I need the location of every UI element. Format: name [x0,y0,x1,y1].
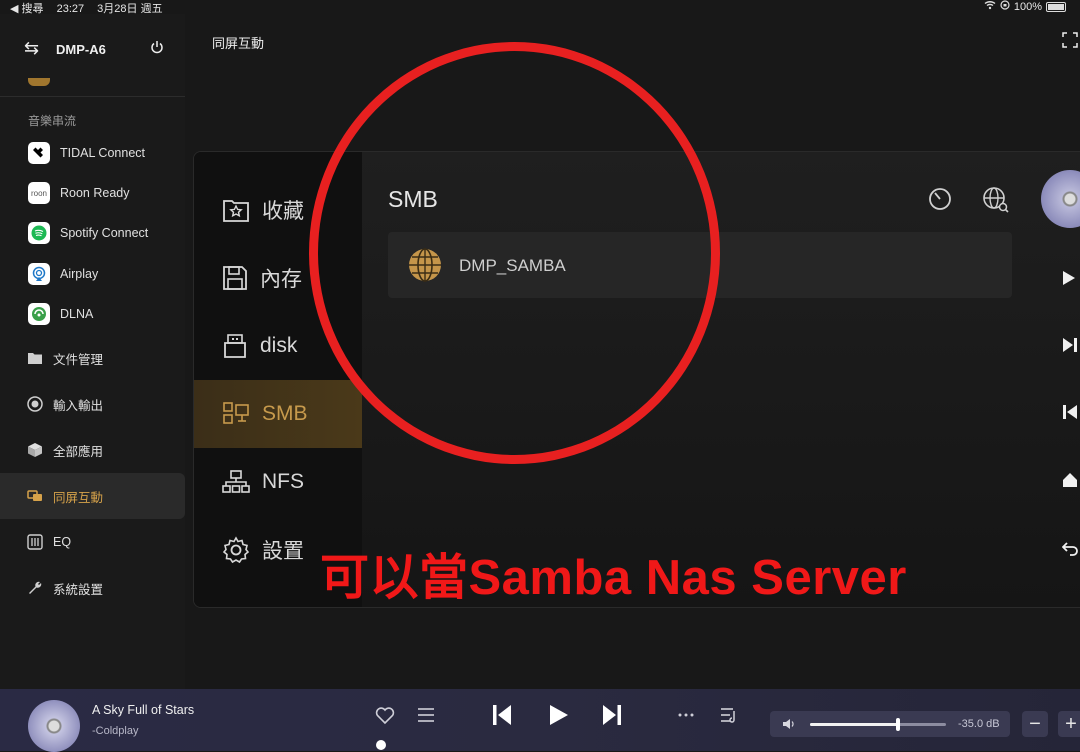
queue-icon[interactable] [720,707,738,723]
history-icon[interactable] [927,186,953,212]
sidebar-item-file-manager[interactable]: 文件管理 [0,339,185,377]
battery-percent: 100% [1013,0,1042,13]
lock-rotation-icon [1000,0,1010,13]
progress-thumb[interactable] [376,740,386,750]
sidebar-item-tidal[interactable]: TIDAL Connect [0,134,185,172]
sidebar-item-label: EQ [53,535,72,549]
scrolled-item-peek [28,78,50,86]
nav-label: 設置 [262,540,304,563]
nav-label: SMB [262,402,308,425]
sidebar-item-label: Airplay [60,267,99,281]
device-header: ⇆ DMP-A6 [0,36,185,66]
song-artist: -Coldplay [92,725,139,737]
sidebar-item-screen-mirror[interactable]: 同屏互動 [0,473,185,519]
power-icon[interactable] [150,40,164,54]
volume-db: -35.0 dB [958,718,1000,730]
settings-icon [222,536,250,564]
network-search-icon[interactable] [982,186,1010,214]
tidal-icon [28,142,50,164]
eq-icon [27,534,43,550]
airplay-icon [28,263,50,285]
sidebar-item-label: 文件管理 [53,352,104,367]
sidebar-item-dlna[interactable]: DLNA [0,295,185,333]
volume-knob[interactable] [896,718,900,731]
sidebar-item-roon[interactable]: roon Roon Ready [0,174,185,212]
song-title: A Sky Full of Stars [92,703,195,717]
speaker-icon[interactable] [782,718,796,730]
status-bar: ◀ 搜尋 23:27 3月28日 週五 100% [0,0,1080,15]
io-icon [27,396,43,412]
playlist-icon[interactable] [417,707,435,723]
nav-label: NFS [262,470,304,493]
device-name: DMP-A6 [56,42,106,57]
nav-label: 收藏 [262,200,304,223]
back-icon[interactable] [1062,540,1078,556]
nav-label: 內存 [260,268,302,291]
sidebar-divider [0,96,185,97]
sidebar-item-label: 全部應用 [53,444,104,459]
sidebar-item-label: 輸入輸出 [53,398,104,413]
sidebar-item-io[interactable]: 輸入輸出 [0,385,185,423]
sidebar-item-apps[interactable]: 全部應用 [0,431,185,469]
play-icon[interactable] [549,704,569,726]
annotation-text: 可以當Samba Nas Server [320,551,907,605]
smb-icon [223,402,249,424]
sidebar-item-label: 同屏互動 [53,490,104,505]
volume-control: -35.0 dB [770,711,1010,737]
sidebar-item-spotify[interactable]: Spotify Connect [0,214,185,252]
home-icon[interactable] [1062,472,1078,488]
volume-fill [810,723,898,726]
previous-track-icon[interactable] [492,704,512,726]
dlna-icon [28,303,50,325]
sidebar-item-eq[interactable]: EQ [0,523,185,561]
player-bar: A Sky Full of Stars -Coldplay -35.0 dB −… [0,689,1080,752]
play-icon[interactable] [1062,270,1076,286]
nav-nfs[interactable]: NFS [194,448,362,516]
fullscreen-icon[interactable] [1062,32,1078,48]
more-icon[interactable] [678,713,694,717]
sidebar: ⇆ DMP-A6 音樂串流 TIDAL Connect roon Roon Re… [0,14,185,689]
sidebar-item-label: Roon Ready [60,186,130,200]
album-cover[interactable] [28,700,80,752]
page-title: 同屏互動 [212,36,265,51]
roon-icon: roon [28,182,50,204]
favorites-icon [223,200,249,222]
sidebar-item-system-settings[interactable]: 系統設置 [0,569,185,607]
volume-down-button[interactable]: − [1022,711,1048,737]
sidebar-item-airplay[interactable]: Airplay [0,255,185,293]
sidebar-item-label: DLNA [60,307,94,321]
folder-icon [27,350,43,366]
wifi-icon [984,0,996,13]
nfs-icon [222,470,250,493]
volume-up-button[interactable]: + [1058,711,1080,737]
switch-device-icon[interactable]: ⇆ [24,38,39,59]
spotify-icon [28,222,50,244]
heart-icon[interactable] [375,707,395,725]
annotation-circle [309,42,720,464]
section-label-streaming: 音樂串流 [28,114,77,128]
battery-icon [1046,1,1066,12]
next-track-icon[interactable] [602,704,622,726]
usb-icon [224,334,246,358]
sidebar-item-label: Spotify Connect [60,226,149,240]
nav-label: disk [260,334,298,357]
sidebar-item-label: 系統設置 [53,582,104,597]
previous-track-icon[interactable] [1062,404,1078,420]
screen-mirror-icon [27,488,43,504]
storage-icon [223,266,247,290]
wrench-icon [27,580,43,596]
sidebar-item-label: TIDAL Connect [60,146,145,160]
next-track-icon[interactable] [1062,337,1078,353]
nav-smb[interactable]: SMB [194,380,362,448]
apps-icon [27,442,43,458]
